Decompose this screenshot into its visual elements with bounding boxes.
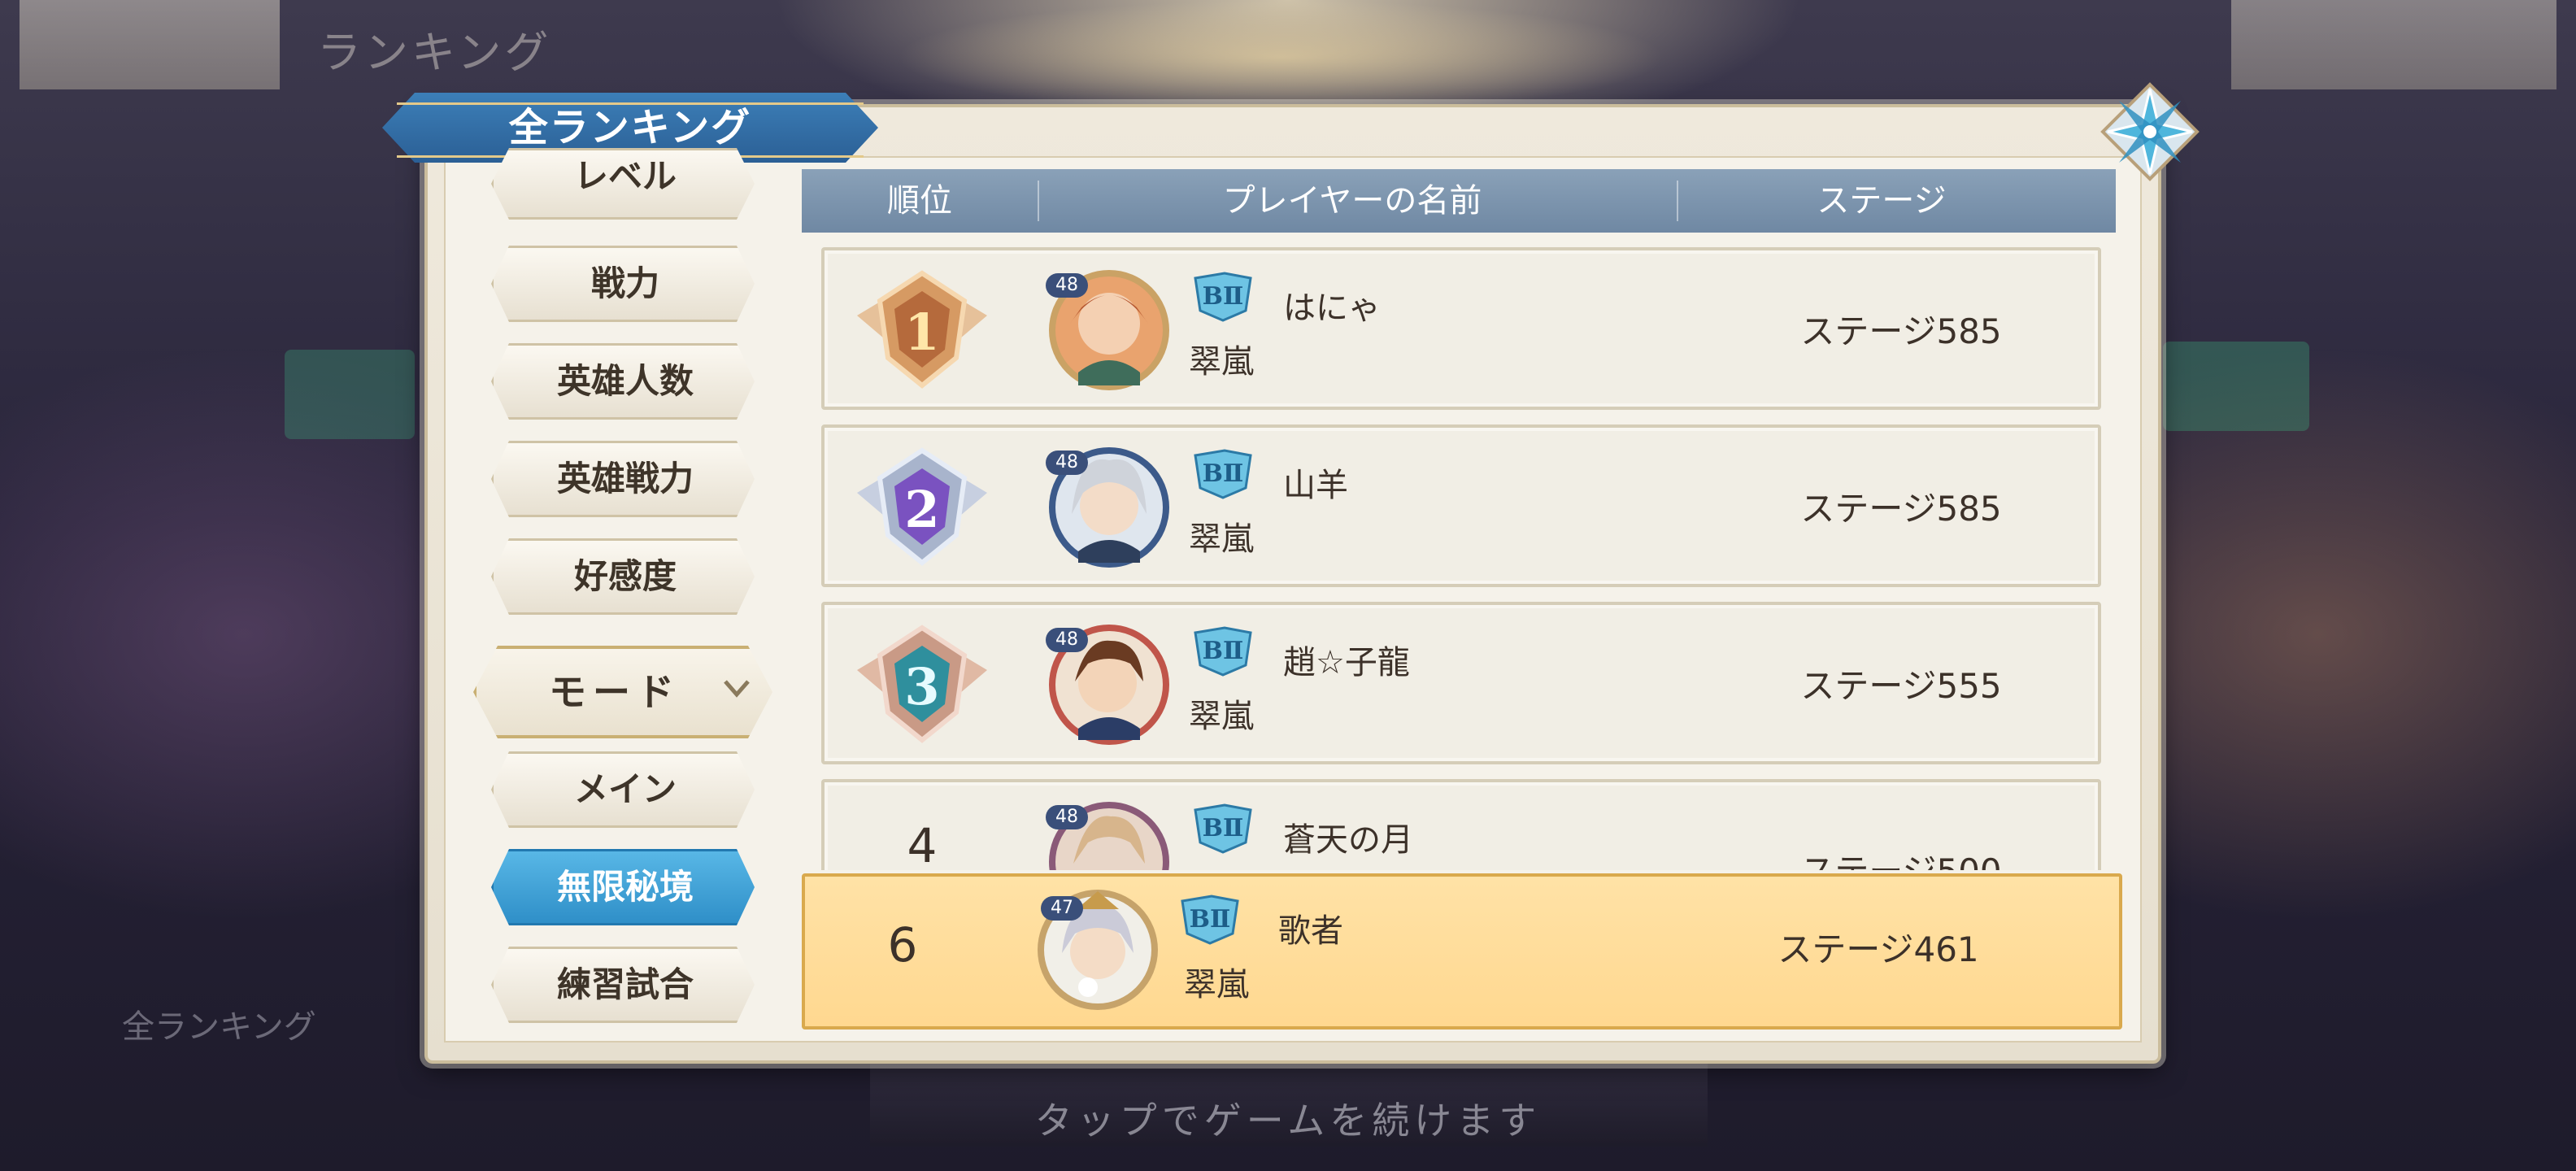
my-level-badge: 47 <box>1041 896 1083 921</box>
player-guild: 翠嵐 <box>1189 698 1254 735</box>
player-level-badge: 48 <box>1046 273 1088 298</box>
medal-rank-number: 2 <box>904 480 939 539</box>
svg-text:BⅡ: BⅡ <box>1203 637 1244 665</box>
player-guild: 翠嵐 <box>1189 343 1254 381</box>
medal-rank-number: 3 <box>904 657 939 716</box>
svg-text:BⅡ: BⅡ <box>1203 282 1244 311</box>
player-stage: ステージ555 <box>1800 666 2002 706</box>
rank-number: 4 <box>907 818 938 870</box>
ranking-row[interactable]: 3 48 BⅡ 翠嵐 趙☆子龍 ステージ555 <box>821 602 2101 764</box>
menu-item-practice-match[interactable]: 練習試合 <box>491 947 755 1023</box>
medal-rank-number: 1 <box>904 303 939 362</box>
menu-item-affinity[interactable]: 好感度 <box>491 538 755 615</box>
header-rank: 順位 <box>887 182 952 220</box>
player-name: 山羊 <box>1283 467 1348 504</box>
player-level-badge: 48 <box>1046 451 1088 475</box>
ranking-row[interactable]: 2 48 BⅡ 翠嵐 山羊 ステージ585 <box>821 424 2101 587</box>
player-guild: 翠嵐 <box>1189 520 1254 558</box>
bronze-medal-icon: 3 <box>857 625 987 743</box>
ranking-row[interactable]: 4 48 BⅡ 蒼天の月 ステージ500 <box>821 779 2101 870</box>
guild-emblem-icon: BⅡ <box>1194 803 1252 854</box>
my-guild: 翠嵐 <box>1184 966 1249 1003</box>
gold-medal-icon: 1 <box>857 270 987 389</box>
player-name: 趙☆子龍 <box>1283 644 1410 681</box>
my-name: 歌者 <box>1278 912 1343 950</box>
currency-bar <box>2231 0 2556 89</box>
guild-emblem-icon: BⅡ <box>1194 449 1252 499</box>
silver-medal-icon: 2 <box>857 447 987 566</box>
menu-item-level[interactable]: レベル <box>491 148 755 220</box>
tap-to-continue-hint[interactable]: タップでゲームを続けます <box>0 1091 2576 1145</box>
player-level-badge: 48 <box>1046 805 1088 829</box>
mode-label: モード <box>549 670 681 714</box>
menu-item-endless-realm[interactable]: 無限秘境 <box>491 849 755 925</box>
player-stage: ステージ585 <box>1800 489 2002 529</box>
svg-text:BⅡ: BⅡ <box>1190 905 1231 934</box>
close-button[interactable] <box>2100 81 2200 182</box>
player-stage: ステージ500 <box>1755 844 2047 870</box>
menu-item-hero-power[interactable]: 英雄戦力 <box>491 441 755 517</box>
background-decoration <box>2163 342 2309 431</box>
player-stage: ステージ585 <box>1800 311 2002 351</box>
my-ranking-row[interactable]: 6 47 BⅡ 翠嵐 歌者 ステージ461 <box>802 873 2122 1030</box>
menu-item-hero-count[interactable]: 英雄人数 <box>491 343 755 420</box>
guild-emblem-icon: BⅡ <box>1194 626 1252 677</box>
player-name: はにゃ <box>1283 289 1381 327</box>
guild-emblem-icon: BⅡ <box>1181 895 1239 945</box>
menu-item-power[interactable]: 戦力 <box>491 246 755 322</box>
background-glow <box>894 0 1667 114</box>
screen-title: ランキング <box>317 27 552 78</box>
my-stage: ステージ461 <box>1778 929 1979 969</box>
ranking-table-header: 順位 プレイヤーの名前 ステージ <box>802 169 2116 233</box>
close-icon <box>2100 82 2200 181</box>
corner-label: 全ランキング <box>122 1008 316 1046</box>
header-player-name: プレイヤーの名前 <box>1222 182 1482 220</box>
mode-dropdown[interactable]: モード <box>473 646 772 738</box>
ranking-row[interactable]: 1 48 BⅡ 翠嵐 はにゃ ステージ585 <box>821 247 2101 410</box>
chevron-down-icon <box>724 680 750 698</box>
header-stage: ステージ <box>1817 182 1947 220</box>
back-button-area[interactable] <box>20 0 280 89</box>
ranking-list[interactable]: 1 48 BⅡ 翠嵐 はにゃ ステージ585 2 48 BⅡ 翠嵐 山羊 ステー… <box>802 241 2116 870</box>
player-level-badge: 48 <box>1046 628 1088 652</box>
my-rank-number: 6 <box>887 917 918 973</box>
background-decoration <box>285 350 415 439</box>
player-name: 蒼天の月 <box>1283 821 1413 859</box>
menu-item-main[interactable]: メイン <box>491 751 755 828</box>
svg-text:BⅡ: BⅡ <box>1203 814 1244 842</box>
guild-emblem-icon: BⅡ <box>1194 272 1252 322</box>
svg-text:BⅡ: BⅡ <box>1203 459 1244 488</box>
